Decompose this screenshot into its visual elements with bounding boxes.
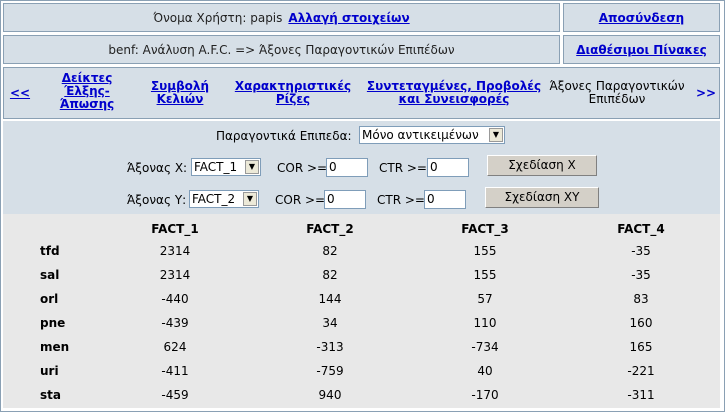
table-cell: -439 bbox=[161, 316, 189, 330]
table-cell: 940 bbox=[318, 388, 342, 402]
logout-cell: Αποσύνδεση bbox=[563, 3, 720, 32]
table-cell: -35 bbox=[631, 268, 651, 282]
chevron-down-icon: ▼ bbox=[489, 128, 503, 142]
change-details-link[interactable]: Αλλαγή στοιχείων bbox=[288, 11, 409, 25]
ctr-y-label: CTR >= bbox=[377, 193, 425, 207]
column-header-fact-2: FACT_2 bbox=[306, 222, 354, 236]
table-cell: -734 bbox=[471, 340, 499, 354]
axis-y-label: Άξονας Υ: bbox=[127, 193, 187, 207]
available-tables-link[interactable]: Διαθέσιμοι Πίνακες bbox=[576, 43, 707, 57]
nav-item-cell-contribution[interactable]: Συμβολή Κελιών bbox=[144, 80, 216, 106]
axes-form: Παραγοντικά Επιπεδα: Μόνο αντικειμένων ▼… bbox=[3, 121, 720, 214]
table-cell: 155 bbox=[473, 268, 497, 282]
column-header-fact-3: FACT_3 bbox=[461, 222, 509, 236]
cor-y-label: COR >= bbox=[275, 193, 326, 207]
analysis-title-bar: benf: Ανάλυση A.F.C. => Άξονες Παραγοντι… bbox=[3, 35, 560, 64]
table-cell: 82 bbox=[322, 244, 338, 258]
table-cell: 34 bbox=[322, 316, 338, 330]
axis-y-select-value: FACT_2 bbox=[192, 192, 236, 206]
table-cell: 624 bbox=[163, 340, 187, 354]
table-cell: -411 bbox=[161, 364, 189, 378]
row-label: sta bbox=[40, 388, 61, 402]
table-cell: -35 bbox=[631, 244, 651, 258]
logout-link[interactable]: Αποσύνδεση bbox=[599, 11, 684, 25]
column-header-fact-4: FACT_4 bbox=[617, 222, 665, 236]
ctr-x-label: CTR >= bbox=[379, 161, 427, 175]
cor-x-input[interactable]: 0 bbox=[326, 158, 368, 177]
table-cell: 144 bbox=[318, 292, 342, 306]
axis-x-label: Άξονας Χ: bbox=[127, 161, 188, 175]
table-cell: 110 bbox=[473, 316, 497, 330]
table-cell: -170 bbox=[471, 388, 499, 402]
row-label: pne bbox=[40, 316, 66, 330]
row-label: uri bbox=[40, 364, 59, 378]
plot-x-button[interactable]: Σχεδίαση Χ bbox=[487, 155, 597, 176]
nav-item-attraction-indices[interactable]: Δείκτες Έλξης-Άπωσης bbox=[54, 72, 120, 111]
row-label: sal bbox=[40, 268, 60, 282]
table-cell: 57 bbox=[477, 292, 493, 306]
analysis-title: benf: Ανάλυση A.F.C. => Άξονες Παραγοντι… bbox=[108, 42, 455, 57]
nav-prev-link[interactable]: << bbox=[9, 87, 31, 100]
ctr-y-input[interactable]: 0 bbox=[424, 190, 466, 209]
axis-x-select[interactable]: FACT_1 ▼ bbox=[191, 158, 261, 176]
table-cell: 155 bbox=[473, 244, 497, 258]
row-label: men bbox=[40, 340, 70, 354]
table-cell: 83 bbox=[633, 292, 649, 306]
table-cell: -313 bbox=[316, 340, 344, 354]
analysis-nav: << Δείκτες Έλξης-Άπωσης Συμβολή Κελιών Χ… bbox=[3, 67, 720, 119]
table-cell: 40 bbox=[477, 364, 493, 378]
cor-x-label: COR >= bbox=[277, 161, 328, 175]
chevron-down-icon: ▼ bbox=[245, 160, 259, 174]
table-cell: 160 bbox=[629, 316, 653, 330]
table-cell: -459 bbox=[161, 388, 189, 402]
table-cell: -440 bbox=[161, 292, 189, 306]
table-cell: -221 bbox=[627, 364, 655, 378]
axis-y-select[interactable]: FACT_2 ▼ bbox=[189, 190, 259, 208]
planes-select[interactable]: Μόνο αντικειμένων ▼ bbox=[359, 126, 505, 144]
nav-next-link[interactable]: >> bbox=[695, 87, 717, 100]
axis-x-select-value: FACT_1 bbox=[194, 160, 238, 174]
plot-xy-button[interactable]: Σχεδίαση ΧΥ bbox=[485, 187, 599, 208]
planes-select-value: Μόνο αντικειμένων bbox=[362, 128, 479, 142]
factor-coordinates-table: FACT_1 FACT_2 FACT_3 FACT_4 tfd 2314 82 … bbox=[3, 214, 720, 408]
table-cell: 82 bbox=[322, 268, 338, 282]
available-tables-cell: Διαθέσιμοι Πίνακες bbox=[563, 35, 720, 64]
nav-item-coordinates[interactable]: Συντεταγμένες, Προβολές και Συνεισφορές bbox=[366, 80, 542, 106]
table-cell: 2314 bbox=[159, 244, 191, 258]
table-cell: -759 bbox=[316, 364, 344, 378]
user-info-bar: Όνομα Χρήστη: papis Αλλαγή στοιχείων bbox=[3, 3, 560, 32]
table-cell: 165 bbox=[629, 340, 653, 354]
user-label: Όνομα Χρήστη: papis bbox=[153, 10, 283, 25]
row-label: orl bbox=[40, 292, 59, 306]
chevron-down-icon: ▼ bbox=[243, 192, 257, 206]
table-cell: -311 bbox=[627, 388, 655, 402]
cor-y-input[interactable]: 0 bbox=[324, 190, 366, 209]
table-cell: 2314 bbox=[159, 268, 191, 282]
nav-item-eigenvalues[interactable]: Χαρακτηριστικές Ρίζες bbox=[234, 80, 352, 106]
column-header-fact-1: FACT_1 bbox=[151, 222, 199, 236]
ctr-x-input[interactable]: 0 bbox=[427, 158, 469, 177]
nav-item-factor-axes: Άξονες Παραγοντικών Επιπέδων bbox=[549, 79, 685, 106]
planes-label: Παραγοντικά Επιπεδα: bbox=[216, 129, 352, 143]
row-label: tfd bbox=[40, 244, 60, 258]
